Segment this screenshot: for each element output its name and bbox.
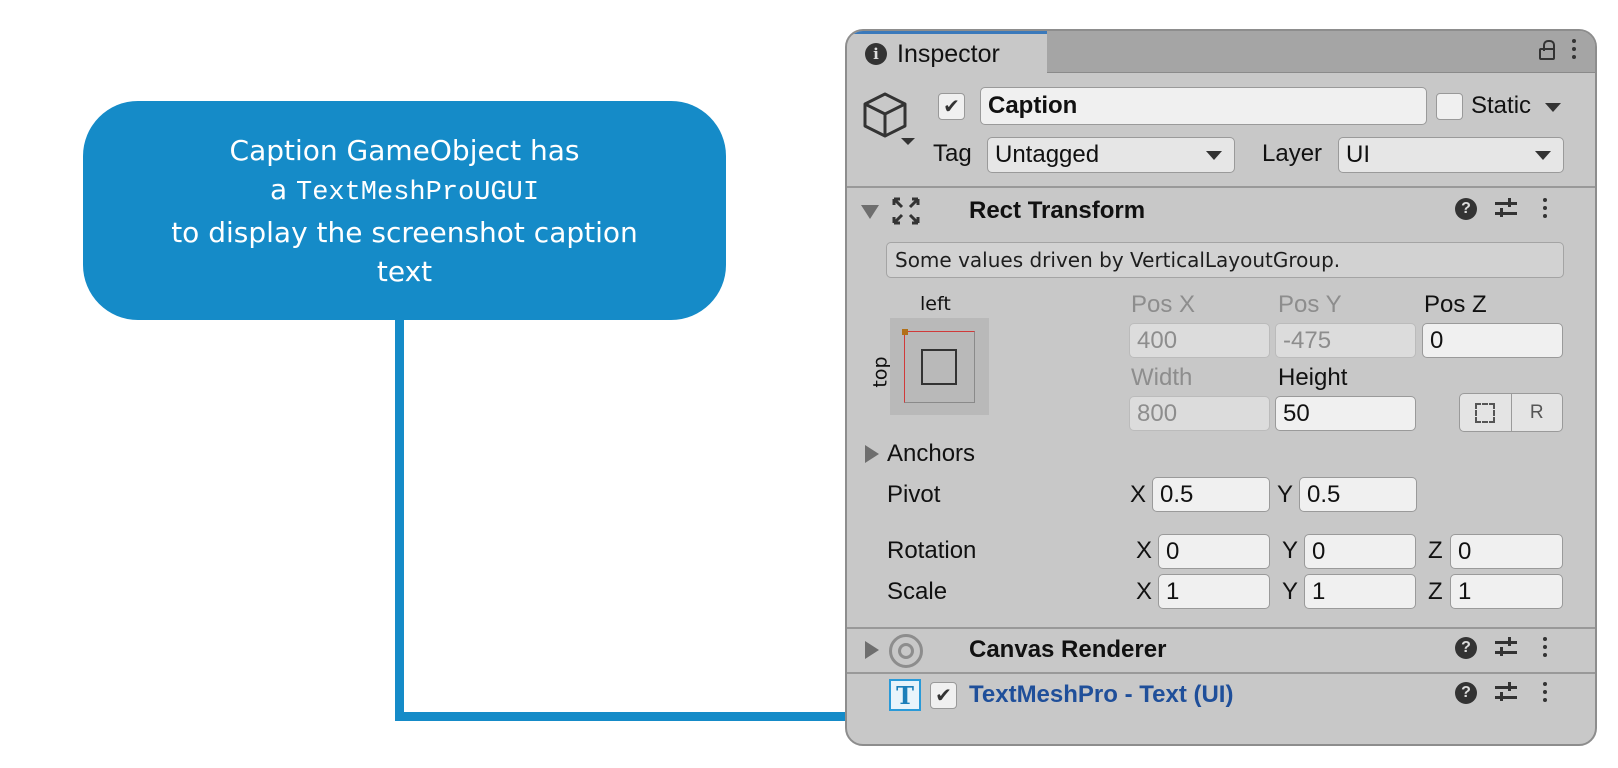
scale-z-axis-label: Z [1428,578,1443,605]
rect-transform-icon [892,197,920,225]
pos-z-field[interactable]: 0 [1422,323,1563,358]
textmeshpro-header[interactable]: T ✔ TextMeshPro - Text (UI) ? [847,675,1595,717]
callout-line-2-prefix: a [269,172,296,206]
height-field[interactable]: 50 [1275,396,1416,431]
presets-icon[interactable] [1495,682,1517,704]
callout-connector-vertical [395,318,404,720]
info-icon: i [865,43,887,65]
scale-z-field[interactable]: 1 [1450,574,1563,609]
divider [847,186,1595,188]
checkmark-icon: ✔ [935,685,952,707]
textmeshpro-enabled-checkbox[interactable]: ✔ [930,682,957,709]
pivot-y-axis-label: Y [1277,481,1294,508]
static-dropdown-icon[interactable] [1545,103,1561,112]
anchor-horizontal-label: left [920,293,951,315]
foldout-collapsed-icon[interactable] [865,641,879,659]
layer-label: Layer [1262,140,1323,167]
rotation-z-axis-label: Z [1428,537,1443,564]
help-icon[interactable]: ? [1455,198,1477,220]
scale-x-axis-label: X [1136,578,1153,605]
tab-inspector[interactable]: i Inspector [847,31,1047,74]
anchors-foldout-icon[interactable] [865,445,879,463]
rect-transform-title: Rect Transform [969,197,1146,224]
anchors-label[interactable]: Anchors [887,440,975,468]
width-label: Width [1131,364,1193,391]
width-field[interactable]: 800 [1129,396,1270,431]
tab-tools [1539,38,1577,60]
pos-y-label: Pos Y [1278,291,1342,318]
pivot-x-axis-label: X [1130,481,1147,508]
foldout-expanded-icon[interactable] [861,205,879,219]
component-menu-icon[interactable] [1542,682,1548,702]
checkmark-icon: ✔ [943,96,960,118]
blueprint-mode-button[interactable] [1460,394,1512,431]
rotation-label: Rotation [887,537,977,564]
anchor-preset-square-icon [921,349,957,385]
tag-value: Untagged [995,141,1100,168]
rect-buttons: R [1459,393,1563,432]
presets-icon[interactable] [1495,637,1517,659]
annotation-callout: Caption GameObject has a TextMeshProUGUI… [83,101,726,320]
static-label: Static [1471,92,1532,119]
tab-menu-icon[interactable] [1571,39,1577,59]
rotation-z-field[interactable]: 0 [1450,534,1563,569]
active-checkbox[interactable]: ✔ [938,93,965,120]
callout-code: TextMeshProUGUI [296,177,540,208]
help-icon[interactable]: ? [1455,682,1477,704]
anchor-presets-button[interactable] [890,318,989,415]
anchor-vertical-label: top [869,356,892,388]
callout-line-3: to display the screenshot caption [171,215,638,249]
object-name-input[interactable]: Caption [980,87,1427,125]
textmeshpro-icon: T [889,679,921,711]
callout-line-4: text [376,254,433,288]
scale-x-field[interactable]: 1 [1158,574,1270,609]
tag-dropdown[interactable]: Untagged [987,137,1235,173]
rotation-y-field[interactable]: 0 [1304,534,1416,569]
pos-x-field[interactable]: 400 [1129,323,1270,358]
pos-x-label: Pos X [1131,291,1196,318]
pivot-y-field[interactable]: 0.5 [1299,477,1417,512]
raw-edit-button[interactable]: R [1512,394,1563,431]
pos-z-label: Pos Z [1424,291,1487,318]
gameobject-cube-icon [863,92,915,145]
scale-y-field[interactable]: 1 [1304,574,1416,609]
callout-line-2: a TextMeshProUGUI [270,170,539,213]
help-icon[interactable]: ? [1455,637,1477,659]
driven-values-helpbox: Some values driven by VerticalLayoutGrou… [886,242,1564,278]
canvas-renderer-title: Canvas Renderer [969,636,1167,663]
callout-line-1: Caption GameObject has [229,133,580,167]
scale-y-axis-label: Y [1282,578,1299,605]
component-menu-icon[interactable] [1542,198,1548,218]
pos-y-field[interactable]: -475 [1275,323,1416,358]
rotation-y-axis-label: Y [1282,537,1299,564]
tag-label: Tag [933,140,972,167]
blueprint-icon [1475,402,1496,423]
layer-dropdown[interactable]: UI [1338,137,1564,173]
lock-icon[interactable] [1539,40,1555,60]
presets-icon[interactable] [1495,198,1517,220]
static-checkbox[interactable] [1436,93,1463,120]
inspector-panel: i Inspector ✔ Caption Static Tag Untagge… [845,29,1597,746]
chevron-down-icon [1206,151,1222,160]
rotation-x-axis-label: X [1136,537,1153,564]
scale-label: Scale [887,578,948,605]
tab-bar: i Inspector [847,31,1595,74]
canvas-renderer-header[interactable]: Canvas Renderer ? [847,630,1595,672]
pivot-x-field[interactable]: 0.5 [1152,477,1270,512]
rect-transform-header[interactable]: Rect Transform ? [847,189,1595,231]
divider [847,672,1595,674]
chevron-down-icon [1535,151,1551,160]
anchor-point-icon [902,329,908,335]
pivot-label: Pivot [887,481,941,508]
textmeshpro-title: TextMeshPro - Text (UI) [969,681,1234,708]
callout-connector-horizontal [395,712,865,721]
tab-inspector-label: Inspector [897,39,1000,68]
component-menu-icon[interactable] [1542,637,1548,657]
layer-value: UI [1346,141,1370,168]
rotation-x-field[interactable]: 0 [1158,534,1270,569]
height-label: Height [1278,364,1348,391]
canvas-renderer-icon [889,634,923,668]
divider [847,627,1595,629]
